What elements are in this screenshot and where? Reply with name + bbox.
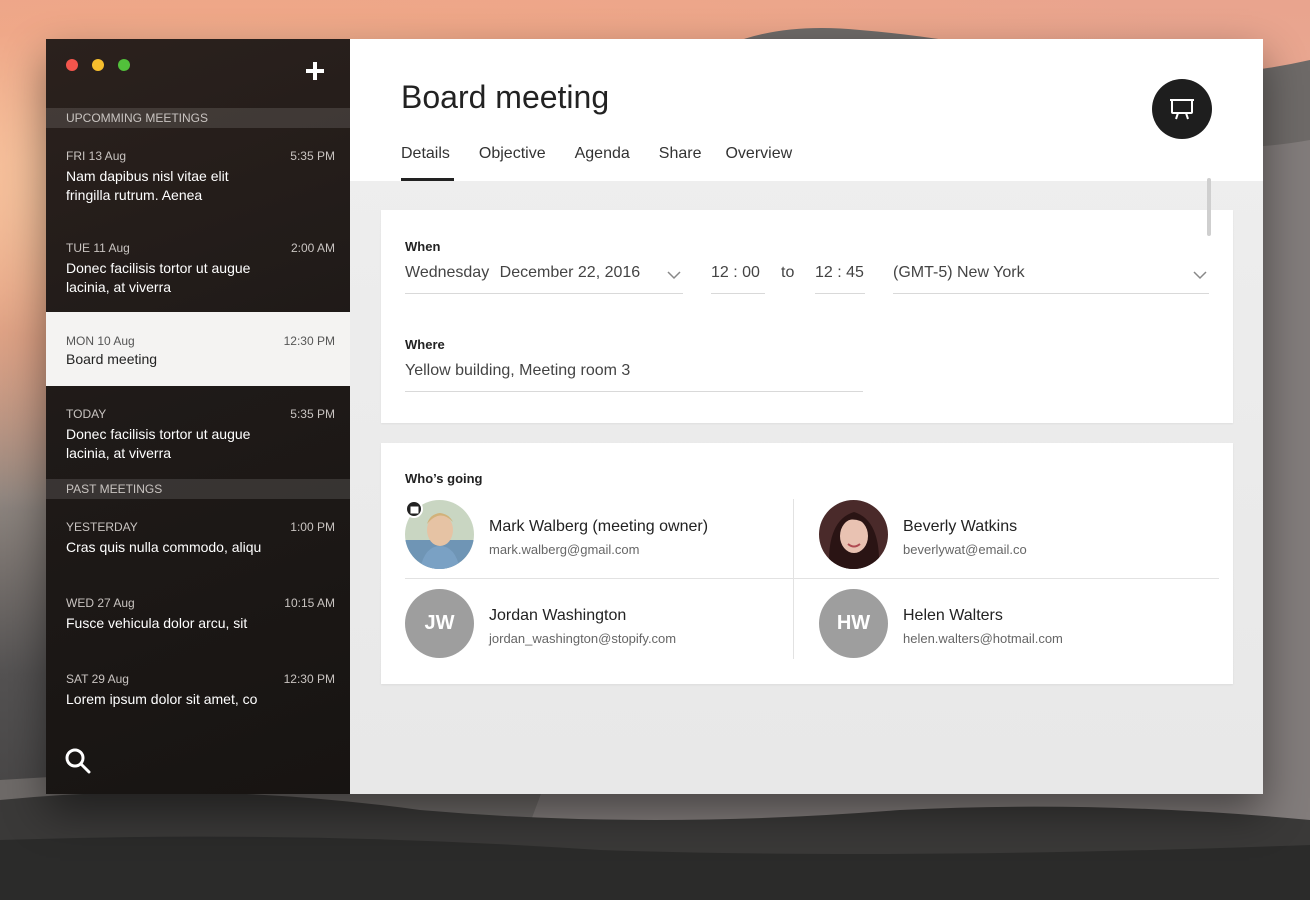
- meeting-title: Donec facilisis tortor ut augue lacinia,…: [66, 426, 251, 461]
- meeting-date: MON 10 Aug: [66, 334, 135, 348]
- attendee[interactable]: HW Helen Walters helen.walters@hotmail.c…: [819, 589, 1209, 669]
- time-separator: to: [781, 264, 795, 281]
- chevron-down-icon: [1193, 271, 1207, 280]
- attendee[interactable]: Mark Walberg (meeting owner) mark.walber…: [405, 500, 795, 580]
- avatar: [819, 500, 888, 569]
- meeting-title: Fusce vehicula dolor arcu, sit: [66, 615, 248, 631]
- meeting-item[interactable]: TUE 11 Aug 2:00 AM Donec facilisis tortor…: [46, 241, 350, 297]
- meeting-title: Lorem ipsum dolor sit amet, co: [66, 691, 258, 707]
- tab-details[interactable]: Details: [401, 145, 454, 181]
- attendee[interactable]: JW Jordan Washington jordan_washington@s…: [405, 589, 795, 669]
- app-window: UPCOMMING MEETINGS FRI 13 Aug 5:35 PM Nam…: [46, 39, 1263, 794]
- meeting-time: 2:00 AM: [290, 241, 335, 255]
- attendees-label: Who’s going: [405, 471, 483, 486]
- meeting-time: 5:35 PM: [290, 407, 335, 421]
- meeting-item-selected[interactable]: MON 10 Aug 12:30 PM Board meeting: [46, 312, 350, 386]
- calendar-icon: [410, 506, 418, 513]
- meeting-header: Board meeting Details Objective Agenda S…: [350, 39, 1263, 181]
- page-title: Board meeting: [401, 79, 610, 115]
- upcoming-meetings-header: UPCOMMING MEETINGS: [46, 108, 350, 128]
- meeting-title: Donec facilisis tortor ut augue lacinia,…: [66, 260, 251, 295]
- attendee[interactable]: Beverly Watkins beverlywat@email.co: [819, 500, 1209, 580]
- meeting-time: 5:35 PM: [290, 149, 335, 163]
- meeting-item[interactable]: WED 27 Aug 10:15 AM Fusce vehicula dolor …: [46, 596, 350, 633]
- meeting-date: TODAY: [66, 407, 107, 421]
- chevron-down-icon: [667, 271, 681, 280]
- avatar-initials: HW: [819, 589, 888, 658]
- meeting-time: 10:15 AM: [284, 596, 335, 610]
- meeting-time: 12:30 PM: [283, 334, 335, 348]
- plus-icon: [306, 62, 324, 80]
- meeting-date: SAT 29 Aug: [66, 672, 129, 686]
- main-panel: Board meeting Details Objective Agenda S…: [350, 39, 1263, 794]
- tab-share[interactable]: Share: [659, 145, 702, 181]
- attendee-name: Jordan Washington: [489, 607, 627, 624]
- tab-agenda[interactable]: Agenda: [575, 145, 630, 181]
- meeting-title: Board meeting: [66, 351, 158, 367]
- when-label: When: [405, 239, 441, 254]
- search-button[interactable]: [64, 747, 94, 777]
- end-time-input[interactable]: 12 : 45: [815, 264, 865, 294]
- attendees-card: Who’s going Mark Walberg (meeting owner)…: [381, 443, 1233, 684]
- timezone-value: (GMT-5) New York: [893, 264, 1025, 281]
- timezone-select[interactable]: (GMT-5) New York: [893, 264, 1209, 294]
- close-window-button[interactable]: [66, 59, 78, 71]
- attendee-name: Mark Walberg (meeting owner): [489, 518, 709, 535]
- meeting-item[interactable]: FRI 13 Aug 5:35 PM Nam dapibus nisl vitae…: [46, 149, 350, 205]
- owner-badge: [405, 500, 423, 518]
- avatar-initials: JW: [405, 589, 474, 658]
- where-label: Where: [405, 337, 445, 352]
- scrollbar-thumb[interactable]: [1207, 178, 1211, 236]
- meeting-date: TUE 11 Aug: [66, 241, 130, 255]
- maximize-window-button[interactable]: [118, 59, 130, 71]
- meeting-item[interactable]: YESTERDAY 1:00 PM Cras quis nulla commodo…: [46, 520, 350, 557]
- add-meeting-button[interactable]: [302, 60, 328, 86]
- meeting-title: Cras quis nulla commodo, aliqu: [66, 539, 262, 555]
- minimize-window-button[interactable]: [92, 59, 104, 71]
- window-controls: [66, 59, 130, 71]
- location-input[interactable]: Yellow building, Meeting room 3: [405, 362, 863, 392]
- meeting-date: FRI 13 Aug: [66, 149, 127, 163]
- date-select[interactable]: Wednesday December 22, 2016: [405, 264, 683, 294]
- meeting-time: 12:30 PM: [283, 672, 335, 686]
- meeting-item[interactable]: SAT 29 Aug 12:30 PM Lorem ipsum dolor sit…: [46, 672, 350, 709]
- meeting-time: 1:00 PM: [290, 520, 335, 534]
- search-icon: [65, 748, 91, 774]
- past-meetings-header: PAST MEETINGS: [46, 479, 350, 499]
- tab-objective[interactable]: Objective: [479, 145, 546, 181]
- meeting-title: Nam dapibus nisl vitae elit fringilla ru…: [66, 168, 229, 203]
- attendee-name: Beverly Watkins: [903, 518, 1018, 535]
- attendee-email: helen.walters@hotmail.com: [903, 631, 1063, 646]
- attendee-name: Helen Walters: [903, 607, 1003, 624]
- date-day: Wednesday: [405, 264, 490, 281]
- presentation-icon: [1170, 99, 1194, 120]
- tab-bar: Details Objective Agenda Share Overview: [401, 145, 821, 181]
- attendee-email: beverlywat@email.co: [903, 542, 1027, 557]
- present-button[interactable]: [1152, 79, 1212, 139]
- meeting-date: YESTERDAY: [66, 520, 138, 534]
- attendee-email: jordan_washington@stopify.com: [489, 631, 677, 646]
- tab-overview[interactable]: Overview: [725, 145, 792, 181]
- details-card: When Wednesday December 22, 2016 12 : 00…: [381, 210, 1233, 423]
- sidebar: UPCOMMING MEETINGS FRI 13 Aug 5:35 PM Nam…: [46, 39, 350, 794]
- date-value: December 22, 2016: [499, 264, 641, 281]
- meeting-item[interactable]: TODAY 5:35 PM Donec facilisis tortor ut a…: [46, 407, 350, 463]
- attendee-email: mark.walberg@gmail.com: [489, 542, 640, 557]
- start-time-input[interactable]: 12 : 00: [711, 264, 765, 294]
- meeting-date: WED 27 Aug: [66, 596, 135, 610]
